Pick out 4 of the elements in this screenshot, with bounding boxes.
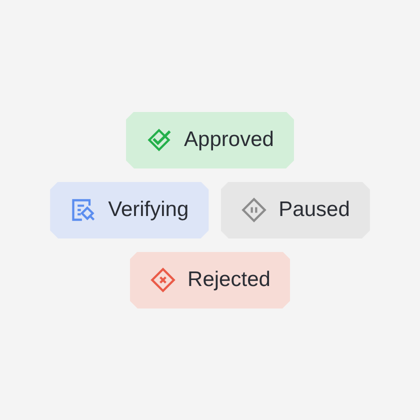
status-label: Approved bbox=[184, 127, 274, 154]
status-label: Rejected bbox=[188, 267, 270, 294]
status-label: Paused bbox=[278, 197, 350, 224]
status-label: Verifying bbox=[108, 197, 189, 224]
